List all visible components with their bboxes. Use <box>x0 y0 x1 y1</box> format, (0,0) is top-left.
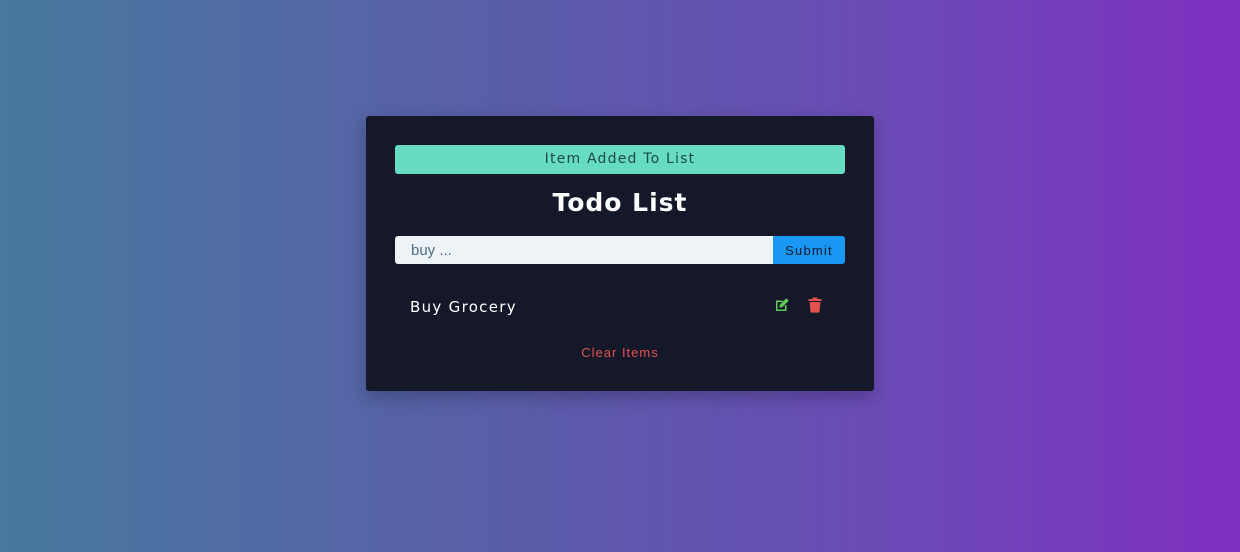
edit-icon <box>776 298 789 311</box>
todo-form: Submit <box>395 236 845 264</box>
list-item: Buy Grocery <box>395 292 845 324</box>
edit-button[interactable] <box>773 296 791 314</box>
delete-button[interactable] <box>806 296 824 314</box>
page-title: Todo List <box>552 188 688 217</box>
clear-container: Clear Items <box>366 342 874 361</box>
submit-button[interactable]: Submit <box>773 236 845 264</box>
trash-icon <box>808 297 822 313</box>
clear-items-button[interactable]: Clear Items <box>581 345 658 360</box>
item-label: Buy Grocery <box>410 298 517 316</box>
todo-input[interactable] <box>395 236 773 264</box>
success-alert: Item Added To List <box>395 145 845 174</box>
todo-card: Item Added To List Todo List Submit Buy … <box>366 116 874 391</box>
